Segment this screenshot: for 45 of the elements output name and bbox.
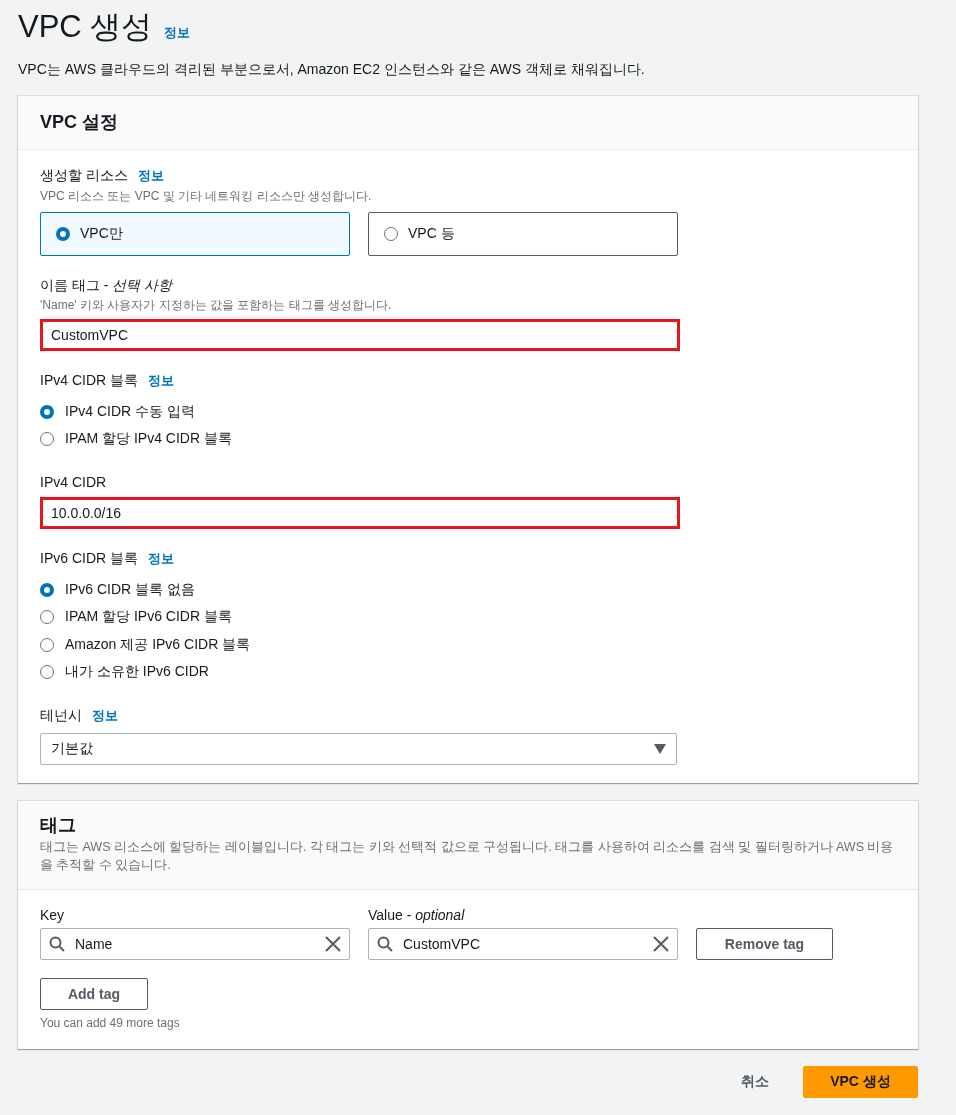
radio-tile[interactable]: VPC 등 [368, 212, 678, 256]
search-input[interactable]: Name [40, 928, 350, 960]
field-label: 생성할 리소스 [40, 166, 128, 184]
info-link[interactable]: 정보 [164, 24, 191, 42]
search-icon [49, 936, 65, 952]
create-vpc-button[interactable]: VPC 생성 [803, 1066, 918, 1098]
field-label: 테넌시 [40, 706, 82, 724]
search-icon [377, 936, 393, 952]
panel-title: 태그 [40, 814, 77, 837]
field-label: IPv6 CIDR 블록 [40, 549, 138, 567]
panel-title: VPC 설정 [40, 111, 119, 134]
clear-icon [653, 936, 669, 952]
field-label: IPv4 CIDR 블록 [40, 371, 138, 389]
radio-tile[interactable]: VPC만 [40, 212, 350, 256]
radio-option[interactable]: 내가 소유한 IPv6 CIDR [40, 658, 209, 686]
search-input[interactable]: CustomVPC [368, 928, 678, 960]
field-label: 이름 태그 - 선택 사항 [40, 276, 173, 294]
info-link[interactable]: 정보 [137, 167, 164, 185]
add-tag-button[interactable]: Add tag [40, 978, 148, 1010]
clear-icon [325, 936, 341, 952]
text-input[interactable]: CustomVPC [40, 319, 680, 351]
info-link[interactable]: 정보 [148, 372, 174, 390]
radio-option[interactable]: IPv6 CIDR 블록 없음 [40, 576, 195, 604]
page-title: VPC 생성 [18, 9, 153, 45]
remove-tag-button[interactable]: Remove tag [696, 928, 833, 960]
panel-description: 태그는 AWS 리소스에 할당하는 레이블입니다. 각 태그는 키와 선택적 값으로 구성됩니다. 태그를 사용하여 리소스를 검색 및 필터링하거나 AWS 비용을 추적할 수 있습니다. [40, 839, 895, 874]
radio-icon [56, 227, 70, 241]
cancel-button[interactable]: 취소 [721, 1066, 789, 1098]
field-label: IPv4 CIDR [40, 473, 107, 491]
field-description: VPC 리소스 또는 VPC 및 기타 네트워킹 리소스만 생성합니다. [40, 188, 373, 204]
info-link[interactable]: 정보 [92, 707, 118, 725]
radio-option[interactable]: Amazon 제공 IPv6 CIDR 블록 [40, 631, 251, 659]
field-description: 'Name' 키와 사용자가 지정하는 값을 포함하는 태그를 생성합니다. [40, 297, 393, 313]
tenancy-select[interactable]: 기본값 [40, 733, 677, 765]
radio-option[interactable]: IPv4 CIDR 수동 입력 [40, 398, 195, 426]
radio-option[interactable]: IPAM 할당 IPv6 CIDR 블록 [40, 603, 232, 631]
caret-down-icon [654, 744, 666, 754]
radio-icon [384, 227, 398, 241]
info-link[interactable]: 정보 [148, 550, 174, 568]
radio-option[interactable]: IPAM 할당 IPv4 CIDR 블록 [40, 425, 232, 453]
field-label: Key [40, 907, 66, 923]
page-description: VPC는 AWS 클라우드의 격리된 부분으로서, Amazon EC2 인스턴스와 같은 AWS 객체로 채워집니다. [18, 61, 646, 79]
tag-limit-note: You can add 49 more tags [40, 1016, 181, 1030]
text-input[interactable]: 10.0.0.0/16 [40, 497, 680, 529]
field-label: Value - optional [368, 907, 466, 923]
